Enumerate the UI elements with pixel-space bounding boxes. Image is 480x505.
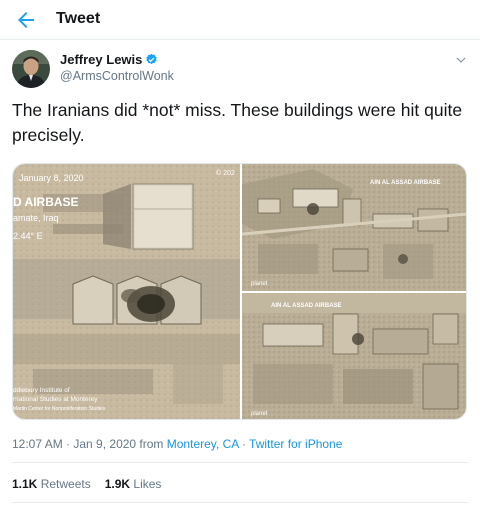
left-image-credit-2: rnational Studies at Monterey: [13, 396, 98, 403]
left-satellite-image: January 8, 2020 © 202 D AIRBASE amate, I…: [13, 164, 240, 419]
arrow-left-icon[interactable]: [14, 8, 38, 32]
bottom-right-image-watermark: planet: [251, 411, 268, 417]
retweets-count[interactable]: 1.1K: [12, 477, 37, 491]
retweets-label[interactable]: Retweets: [37, 477, 91, 491]
left-image-corner-label: © 202: [216, 169, 235, 177]
tweet-text: The Iranians did *not* miss. These build…: [12, 100, 463, 145]
location-link[interactable]: Monterey, CA: [167, 437, 239, 451]
left-image-site-title: D AIRBASE: [13, 195, 79, 209]
likes-label[interactable]: Likes: [130, 477, 161, 491]
bottom-right-satellite-image: AIN AL ASSAD AIRBASE planet: [242, 293, 466, 419]
likes-stat[interactable]: 1.9K Likes: [105, 477, 162, 491]
left-image-credit-1: ddlebury Institute of: [13, 387, 70, 394]
divider: [12, 462, 468, 463]
author-name-text[interactable]: Jeffrey Lewis: [60, 52, 142, 67]
tweet-stats: 1.1K Retweets 1.9K Likes: [12, 477, 175, 491]
chevron-down-icon[interactable]: [454, 53, 468, 67]
avatar[interactable]: [12, 50, 50, 88]
meta-from-text: from: [136, 437, 167, 451]
left-image-date: January 8, 2020: [19, 173, 84, 183]
tweet-media[interactable]: January 8, 2020 © 202 D AIRBASE amate, I…: [12, 163, 467, 420]
top-bar: Tweet: [0, 0, 480, 40]
tweet-date[interactable]: Jan 9, 2020: [73, 437, 136, 451]
meta-separator: ·: [238, 437, 250, 451]
verified-badge-icon: [146, 53, 158, 65]
likes-count[interactable]: 1.9K: [105, 477, 130, 491]
author-name[interactable]: Jeffrey Lewis: [60, 52, 158, 67]
left-image-credit-3: Martin Center for Nonproliferation Studi…: [13, 406, 106, 412]
author-handle[interactable]: @ArmsControlWonk: [60, 69, 174, 83]
source-link[interactable]: Twitter for iPhone: [249, 437, 342, 451]
tweet-meta: 12:07 AM · Jan 9, 2020 from Monterey, CA…: [12, 437, 342, 451]
page-title: Tweet: [56, 10, 101, 27]
top-right-image-label: AIN AL ASSAD AIRBASE: [370, 180, 441, 186]
retweets-stat[interactable]: 1.1K Retweets: [12, 477, 91, 491]
divider: [12, 502, 468, 503]
top-right-satellite-image: AIN AL ASSAD AIRBASE planet: [241, 164, 466, 291]
meta-separator: ·: [62, 437, 74, 451]
left-image-coords: 2.44° E: [13, 231, 43, 241]
tweet-time[interactable]: 12:07 AM: [12, 437, 63, 451]
satellite-image-collage: January 8, 2020 © 202 D AIRBASE amate, I…: [13, 164, 466, 419]
top-right-image-watermark: planet: [251, 281, 268, 287]
bottom-right-image-label: AIN AL ASSAD AIRBASE: [271, 303, 342, 309]
left-image-location: amate, Iraq: [13, 213, 59, 223]
